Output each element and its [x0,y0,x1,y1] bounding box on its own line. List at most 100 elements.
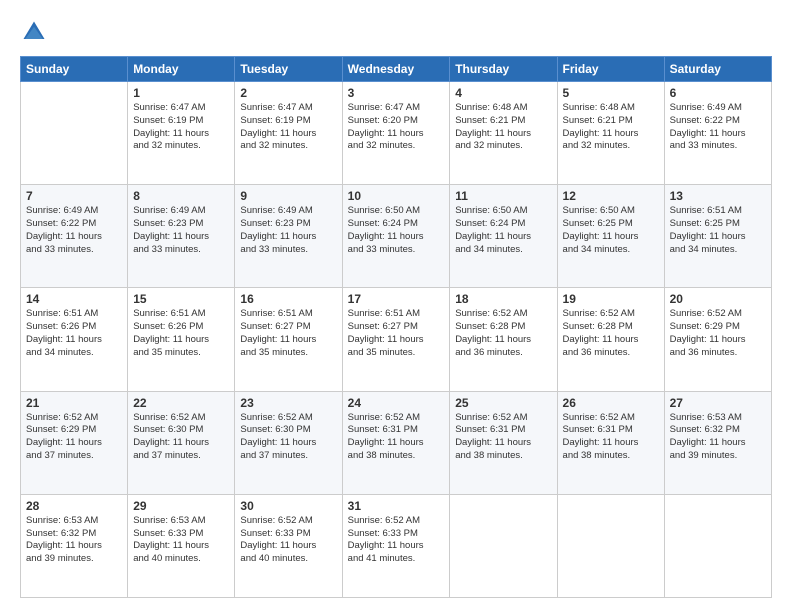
calendar-cell: 1Sunrise: 6:47 AM Sunset: 6:19 PM Daylig… [128,82,235,185]
day-info: Sunrise: 6:52 AM Sunset: 6:28 PM Dayligh… [455,308,551,359]
calendar-week-row: 7 Sunrise: 6:49 AM Sunset: 6:22 PM Daylig… [21,185,772,288]
calendar-cell [21,82,128,185]
day-number: 29 [133,499,229,513]
calendar-cell: 11 Sunrise: 6:50 AM Sunset: 6:24 PM Dayli… [450,185,557,288]
calendar-cell: 9 Sunrise: 6:49 AM Sunset: 6:23 PM Daylig… [235,185,342,288]
day-info: Sunrise: 6:49 AM Sunset: 6:23 PM Dayligh… [133,205,229,256]
calendar-cell: 6Sunrise: 6:49 AM Sunset: 6:22 PM Daylig… [664,82,771,185]
calendar-cell: 17 Sunrise: 6:51 AM Sunset: 6:27 PM Dayli… [342,288,450,391]
day-info: Sunrise: 6:52 AM Sunset: 6:30 PM Dayligh… [240,412,336,463]
day-info: Sunrise: 6:52 AM Sunset: 6:31 PM Dayligh… [563,412,659,463]
calendar-cell: 25 Sunrise: 6:52 AM Sunset: 6:31 PM Dayli… [450,391,557,494]
day-number: 11 [455,189,551,203]
calendar-cell: 21 Sunrise: 6:52 AM Sunset: 6:29 PM Dayli… [21,391,128,494]
calendar-week-row: 28 Sunrise: 6:53 AM Sunset: 6:32 PM Dayli… [21,494,772,597]
header [20,18,772,46]
weekday-header-monday: Monday [128,57,235,82]
calendar-cell: 28 Sunrise: 6:53 AM Sunset: 6:32 PM Dayli… [21,494,128,597]
day-info: Sunrise: 6:52 AM Sunset: 6:33 PM Dayligh… [348,515,445,566]
weekday-header-tuesday: Tuesday [235,57,342,82]
day-number: 20 [670,292,766,306]
calendar-cell: 15 Sunrise: 6:51 AM Sunset: 6:26 PM Dayli… [128,288,235,391]
calendar-cell: 30 Sunrise: 6:52 AM Sunset: 6:33 PM Dayli… [235,494,342,597]
day-number: 10 [348,189,445,203]
calendar-cell: 23 Sunrise: 6:52 AM Sunset: 6:30 PM Dayli… [235,391,342,494]
day-info: Sunrise: 6:53 AM Sunset: 6:32 PM Dayligh… [26,515,122,566]
day-number: 12 [563,189,659,203]
day-number: 3 [348,86,445,100]
day-number: 2 [240,86,336,100]
day-info: Sunrise: 6:51 AM Sunset: 6:27 PM Dayligh… [348,308,445,359]
day-info: Sunrise: 6:47 AM Sunset: 6:19 PM Dayligh… [240,102,336,153]
calendar-cell: 8Sunrise: 6:49 AM Sunset: 6:23 PM Daylig… [128,185,235,288]
weekday-header-friday: Friday [557,57,664,82]
calendar-cell: 10Sunrise: 6:50 AM Sunset: 6:24 PM Dayli… [342,185,450,288]
day-number: 14 [26,292,122,306]
calendar-cell: 18 Sunrise: 6:52 AM Sunset: 6:28 PM Dayli… [450,288,557,391]
weekday-header-row: SundayMondayTuesdayWednesdayThursdayFrid… [21,57,772,82]
day-info: Sunrise: 6:48 AM Sunset: 6:21 PM Dayligh… [455,102,551,153]
day-number: 17 [348,292,445,306]
day-number: 25 [455,396,551,410]
weekday-header-thursday: Thursday [450,57,557,82]
day-number: 30 [240,499,336,513]
day-info: Sunrise: 6:47 AM Sunset: 6:20 PM Dayligh… [348,102,445,153]
calendar-cell: 12 Sunrise: 6:50 AM Sunset: 6:25 PM Dayli… [557,185,664,288]
day-number: 28 [26,499,122,513]
calendar-cell: 16Sunrise: 6:51 AM Sunset: 6:27 PM Dayli… [235,288,342,391]
calendar-week-row: 1 Sunrise: 6:47 AM Sunset: 6:19 PM Daylig… [21,82,772,185]
day-number: 21 [26,396,122,410]
day-info: Sunrise: 6:50 AM Sunset: 6:24 PM Dayligh… [455,205,551,256]
day-info: Sunrise: 6:52 AM Sunset: 6:31 PM Dayligh… [455,412,551,463]
day-info: Sunrise: 6:49 AM Sunset: 6:22 PM Dayligh… [26,205,122,256]
day-number: 26 [563,396,659,410]
calendar-cell: 24 Sunrise: 6:52 AM Sunset: 6:31 PM Dayli… [342,391,450,494]
day-number: 24 [348,396,445,410]
day-info: Sunrise: 6:48 AM Sunset: 6:21 PM Dayligh… [563,102,659,153]
day-number: 6 [670,86,766,100]
day-info: Sunrise: 6:52 AM Sunset: 6:30 PM Dayligh… [133,412,229,463]
day-info: Sunrise: 6:52 AM Sunset: 6:31 PM Dayligh… [348,412,445,463]
calendar-table: SundayMondayTuesdayWednesdayThursdayFrid… [20,56,772,598]
day-number: 5 [563,86,659,100]
day-info: Sunrise: 6:51 AM Sunset: 6:26 PM Dayligh… [133,308,229,359]
page: SundayMondayTuesdayWednesdayThursdayFrid… [0,0,792,612]
day-number: 19 [563,292,659,306]
calendar-cell: 29Sunrise: 6:53 AM Sunset: 6:33 PM Dayli… [128,494,235,597]
day-number: 13 [670,189,766,203]
calendar-cell: 13Sunrise: 6:51 AM Sunset: 6:25 PM Dayli… [664,185,771,288]
day-number: 31 [348,499,445,513]
day-number: 1 [133,86,229,100]
calendar-cell: 22Sunrise: 6:52 AM Sunset: 6:30 PM Dayli… [128,391,235,494]
day-info: Sunrise: 6:50 AM Sunset: 6:25 PM Dayligh… [563,205,659,256]
calendar-cell: 19 Sunrise: 6:52 AM Sunset: 6:28 PM Dayli… [557,288,664,391]
day-number: 23 [240,396,336,410]
weekday-header-wednesday: Wednesday [342,57,450,82]
calendar-cell: 26 Sunrise: 6:52 AM Sunset: 6:31 PM Dayli… [557,391,664,494]
calendar-cell [557,494,664,597]
day-info: Sunrise: 6:52 AM Sunset: 6:33 PM Dayligh… [240,515,336,566]
day-info: Sunrise: 6:52 AM Sunset: 6:28 PM Dayligh… [563,308,659,359]
calendar-cell: 7 Sunrise: 6:49 AM Sunset: 6:22 PM Daylig… [21,185,128,288]
calendar-cell: 4Sunrise: 6:48 AM Sunset: 6:21 PM Daylig… [450,82,557,185]
day-number: 9 [240,189,336,203]
day-number: 18 [455,292,551,306]
calendar-cell [664,494,771,597]
logo-icon [20,18,48,46]
day-info: Sunrise: 6:51 AM Sunset: 6:27 PM Dayligh… [240,308,336,359]
calendar-cell: 2 Sunrise: 6:47 AM Sunset: 6:19 PM Daylig… [235,82,342,185]
calendar-week-row: 21 Sunrise: 6:52 AM Sunset: 6:29 PM Dayli… [21,391,772,494]
logo [20,18,52,46]
day-info: Sunrise: 6:52 AM Sunset: 6:29 PM Dayligh… [670,308,766,359]
day-info: Sunrise: 6:53 AM Sunset: 6:32 PM Dayligh… [670,412,766,463]
calendar-cell: 27Sunrise: 6:53 AM Sunset: 6:32 PM Dayli… [664,391,771,494]
day-info: Sunrise: 6:52 AM Sunset: 6:29 PM Dayligh… [26,412,122,463]
calendar-cell [450,494,557,597]
calendar-cell: 31 Sunrise: 6:52 AM Sunset: 6:33 PM Dayli… [342,494,450,597]
day-info: Sunrise: 6:51 AM Sunset: 6:26 PM Dayligh… [26,308,122,359]
day-number: 15 [133,292,229,306]
day-info: Sunrise: 6:49 AM Sunset: 6:23 PM Dayligh… [240,205,336,256]
weekday-header-saturday: Saturday [664,57,771,82]
calendar-cell: 14 Sunrise: 6:51 AM Sunset: 6:26 PM Dayli… [21,288,128,391]
day-number: 7 [26,189,122,203]
